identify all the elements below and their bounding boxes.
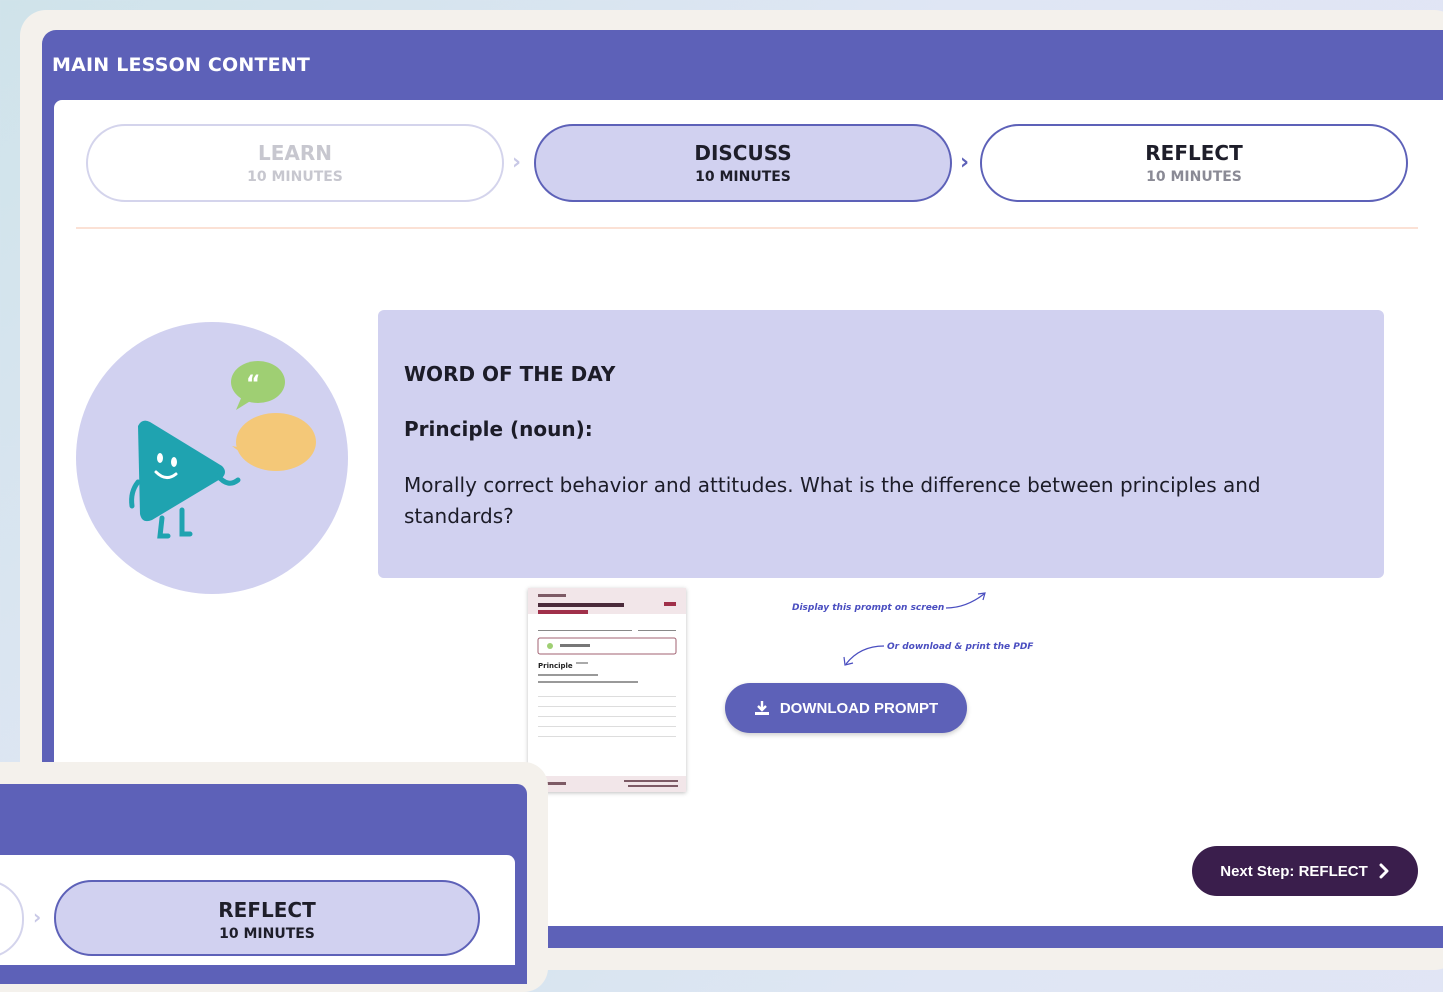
pdf-preview-graphic: Principle <box>528 588 686 792</box>
svg-text:“: “ <box>246 372 260 397</box>
step-duration: 10 MINUTES <box>247 169 343 185</box>
chevron-right-icon: › <box>512 150 522 175</box>
chevron-right-icon: › <box>960 150 970 175</box>
step-duration: 10 MINUTES <box>695 169 791 185</box>
step-name: DISCUSS <box>694 141 792 165</box>
panel-title: MAIN LESSON CONTENT <box>52 54 311 76</box>
step-duration: 10 MINUTES <box>219 926 315 942</box>
download-icon <box>754 700 770 716</box>
display-prompt-hint: Display this prompt on screen <box>792 603 945 613</box>
chevron-right-icon <box>1378 863 1390 879</box>
download-prompt-button[interactable]: DOWNLOAD PROMPT <box>725 683 967 733</box>
pdf-preview-word: Principle <box>538 662 573 670</box>
word-of-day-heading: WORD OF THE DAY <box>404 362 616 386</box>
download-pdf-hint: Or download & print the PDF <box>887 642 1034 652</box>
second-step-reflect[interactable]: REFLECT 10 MINUTES <box>54 880 480 956</box>
steps-divider <box>76 227 1418 229</box>
step-name: LEARN <box>257 141 333 165</box>
curved-arrow-icon <box>945 592 986 609</box>
word-of-day-card <box>378 310 1384 578</box>
word-of-day-word: Principle (noun): <box>404 417 593 441</box>
step-name: REFLECT <box>1145 141 1243 165</box>
pdf-preview-thumbnail[interactable]: Principle <box>528 588 686 792</box>
step-learn[interactable]: LEARN 10 MINUTES <box>86 124 504 202</box>
mascot-illustration: “ <box>76 322 348 594</box>
step-reflect[interactable]: REFLECT 10 MINUTES <box>980 124 1408 202</box>
step-duration: 10 MINUTES <box>1146 169 1242 185</box>
download-button-label: DOWNLOAD PROMPT <box>779 699 939 717</box>
next-button-label: Next Step: REFLECT <box>1220 862 1368 880</box>
chevron-right-icon: › <box>33 905 42 929</box>
word-of-day-definition: Morally correct behavior and attitudes. … <box>404 473 1261 528</box>
step-name: REFLECT <box>218 898 316 922</box>
next-step-button[interactable]: Next Step: REFLECT <box>1192 846 1418 896</box>
curved-arrow-icon <box>843 645 885 666</box>
step-discuss[interactable]: DISCUSS 10 MINUTES <box>534 124 952 202</box>
